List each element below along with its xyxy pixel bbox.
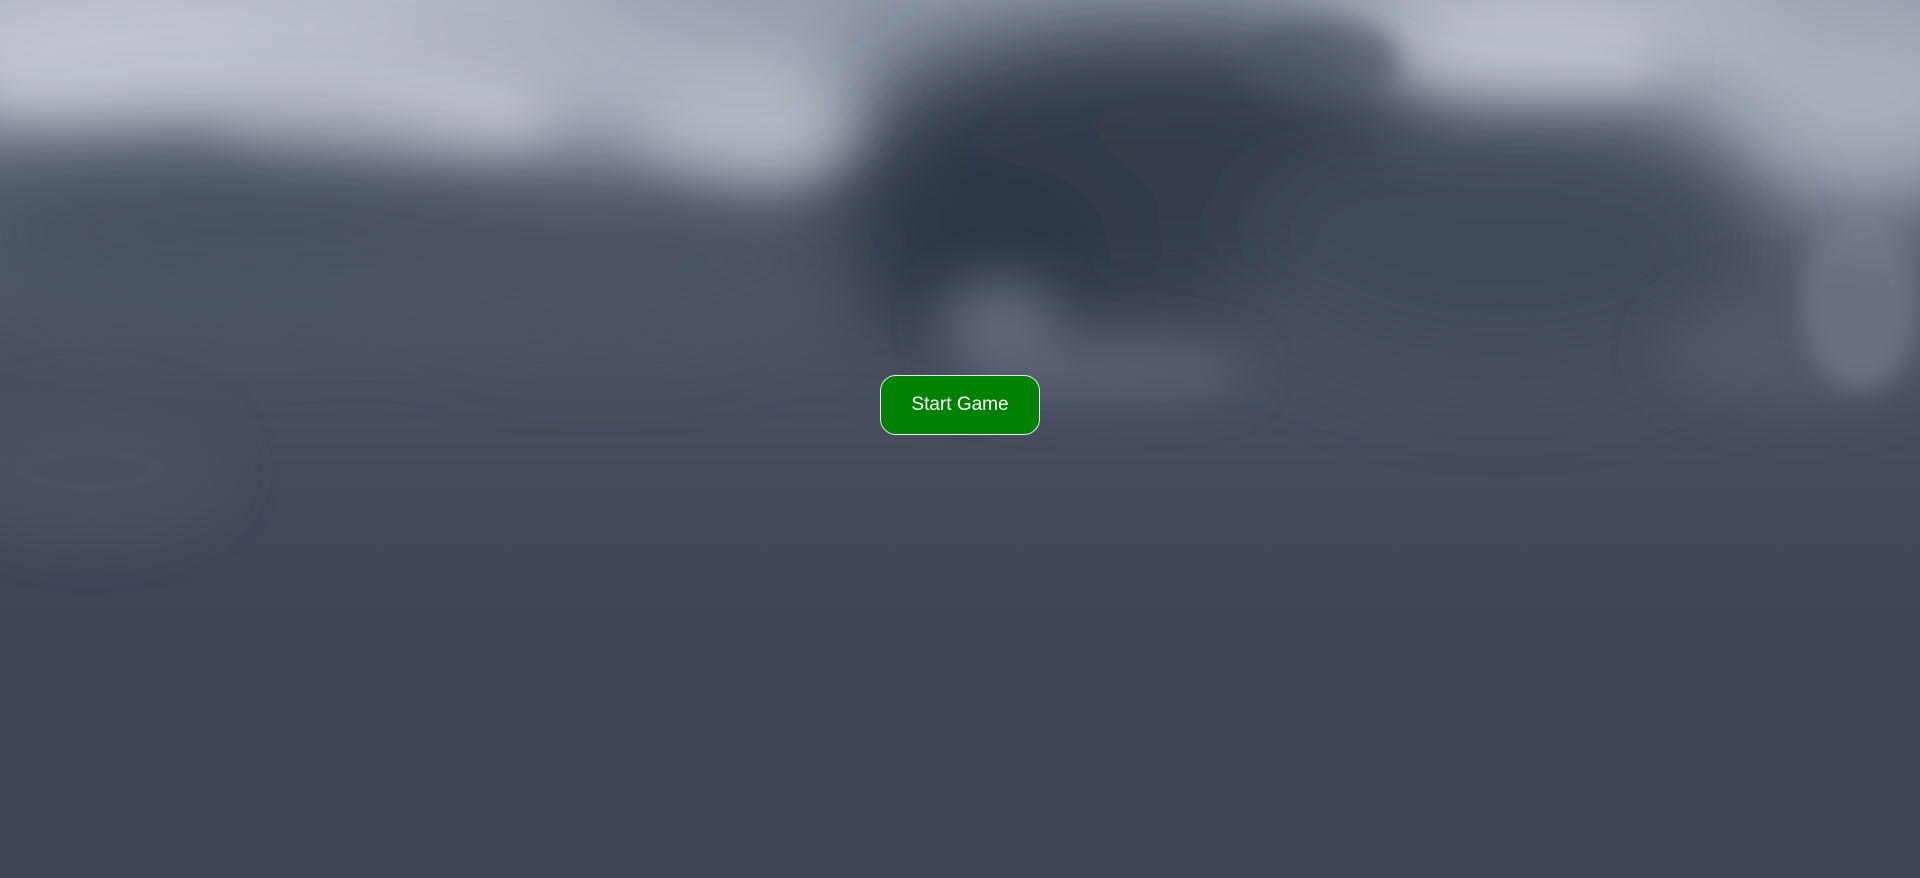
stormy-sky-background <box>0 0 1920 878</box>
cloud-layer <box>0 0 1920 540</box>
start-game-button[interactable]: Start Game <box>880 375 1040 435</box>
